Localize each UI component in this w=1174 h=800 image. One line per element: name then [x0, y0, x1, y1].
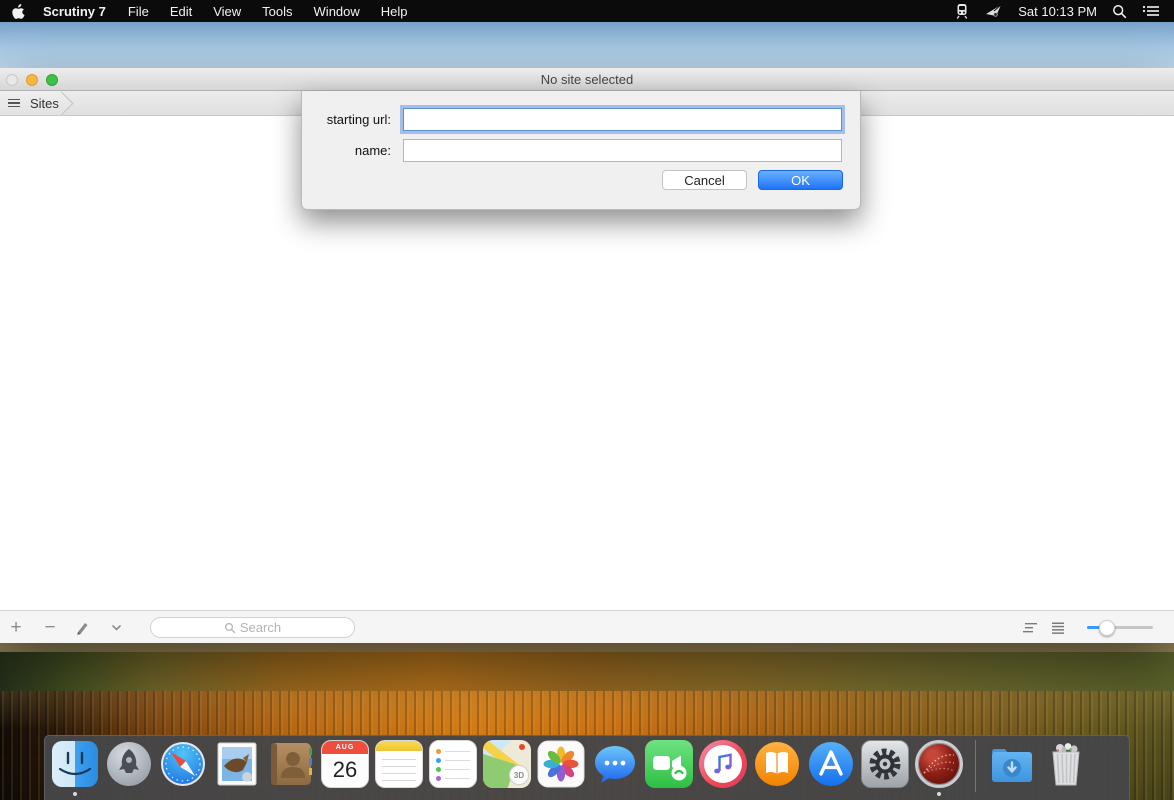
- menu-file[interactable]: File: [128, 4, 149, 19]
- notes-icon[interactable]: [375, 740, 423, 788]
- maps-icon[interactable]: 3D: [483, 740, 531, 788]
- launchpad-icon[interactable]: [105, 740, 153, 788]
- dock: AUG 26 3D: [44, 735, 1130, 800]
- starting-url-label: starting url:: [302, 108, 391, 131]
- menu-window[interactable]: Window: [314, 4, 360, 19]
- close-button[interactable]: [6, 74, 18, 86]
- system-preferences-icon[interactable]: [861, 740, 909, 788]
- maps-3d-badge: 3D: [509, 765, 529, 785]
- row-size-small-icon[interactable]: [1052, 611, 1064, 644]
- finder-icon[interactable]: [51, 740, 99, 788]
- apple-menu[interactable]: [12, 4, 25, 19]
- dock-separator: [975, 740, 976, 792]
- starting-url-field[interactable]: [403, 108, 842, 131]
- wallpaper-sky: [0, 22, 1174, 68]
- menu-edit[interactable]: Edit: [170, 4, 192, 19]
- zoom-button[interactable]: [46, 74, 58, 86]
- search-icon: [224, 622, 236, 634]
- menu-bar-clock[interactable]: Sat 10:13 PM: [1018, 4, 1097, 19]
- row-size-large-icon[interactable]: [1023, 611, 1038, 644]
- bottom-toolbar: + − Search: [0, 610, 1174, 643]
- new-site-sheet: starting url: name: Cancel OK: [301, 91, 861, 210]
- search-input[interactable]: Search: [150, 617, 355, 638]
- desktop: Scrutiny 7 File Edit View Tools Window H…: [0, 0, 1174, 800]
- menu-tools[interactable]: Tools: [262, 4, 292, 19]
- safari-icon[interactable]: [159, 740, 207, 788]
- breadcrumb-sites[interactable]: Sites: [0, 91, 62, 115]
- name-label: name:: [302, 139, 391, 162]
- messages-icon[interactable]: [591, 740, 639, 788]
- edit-pencil-icon[interactable]: [70, 611, 94, 644]
- chevron-down-icon[interactable]: [104, 611, 128, 644]
- facetime-icon[interactable]: [645, 740, 693, 788]
- running-indicator: [937, 792, 941, 796]
- wallpaper-shoreline: [0, 643, 1174, 691]
- train-icon[interactable]: [954, 3, 970, 19]
- ok-button[interactable]: OK: [758, 170, 843, 190]
- hang-glider-icon[interactable]: [985, 3, 1003, 19]
- menu-view[interactable]: View: [213, 4, 241, 19]
- active-app-name[interactable]: Scrutiny 7: [43, 4, 106, 19]
- site-list-menu-icon[interactable]: [6, 97, 22, 110]
- title-bar[interactable]: No site selected: [0, 68, 1174, 91]
- name-field[interactable]: [403, 139, 842, 162]
- search-placeholder: Search: [240, 620, 281, 635]
- breadcrumb-label: Sites: [30, 96, 59, 111]
- photos-icon[interactable]: [537, 740, 585, 788]
- calendar-month: AUG: [322, 741, 368, 754]
- notification-center-icon[interactable]: [1142, 4, 1160, 18]
- trash-full-icon[interactable]: [1042, 740, 1090, 788]
- itunes-icon[interactable]: [699, 740, 747, 788]
- ibooks-icon[interactable]: [753, 740, 801, 788]
- scrutiny-icon[interactable]: [915, 740, 963, 788]
- zoom-slider-knob[interactable]: [1099, 620, 1115, 636]
- spotlight-search-icon[interactable]: [1112, 4, 1127, 19]
- downloads-folder-icon[interactable]: [988, 740, 1036, 788]
- menu-bar: Scrutiny 7 File Edit View Tools Window H…: [0, 0, 1174, 22]
- menu-help[interactable]: Help: [381, 4, 408, 19]
- mail-icon[interactable]: [213, 740, 261, 788]
- cancel-button[interactable]: Cancel: [662, 170, 747, 190]
- apple-logo-icon: [12, 4, 25, 19]
- app-store-icon[interactable]: [807, 740, 855, 788]
- minimize-button[interactable]: [26, 74, 38, 86]
- zoom-slider[interactable]: [1087, 626, 1153, 629]
- remove-button[interactable]: −: [38, 611, 62, 644]
- calendar-day: 26: [322, 754, 368, 786]
- calendar-icon[interactable]: AUG 26: [321, 740, 369, 788]
- contacts-icon[interactable]: [267, 740, 315, 788]
- window-title: No site selected: [0, 68, 1174, 91]
- add-button[interactable]: +: [4, 611, 28, 644]
- running-indicator: [73, 792, 77, 796]
- reminders-icon[interactable]: [429, 740, 477, 788]
